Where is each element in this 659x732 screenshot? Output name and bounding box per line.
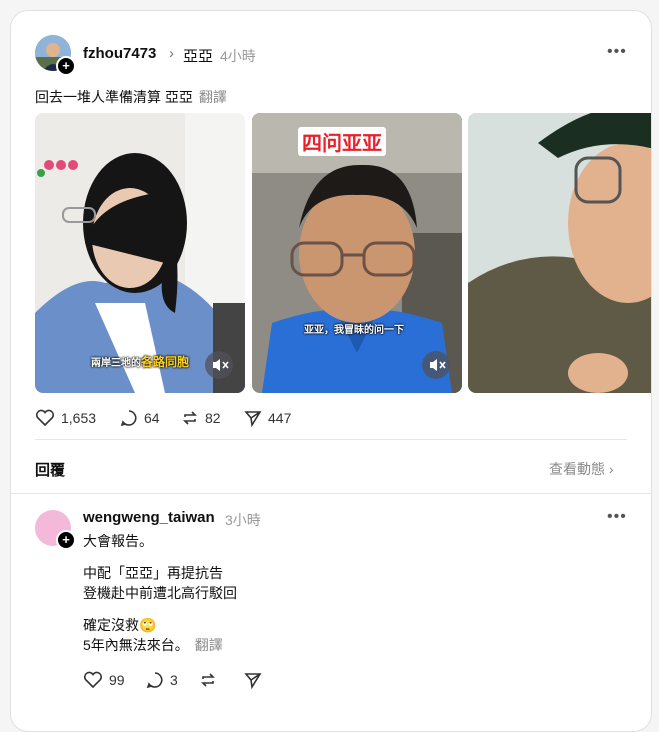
send-icon xyxy=(244,673,262,689)
mute-icon[interactable] xyxy=(422,351,450,379)
repost-icon xyxy=(201,673,215,687)
like-count: 1,653 xyxy=(61,410,97,426)
banner-text: 四问亚亚 xyxy=(302,133,382,155)
reply-line: 確定沒救🙄 xyxy=(83,617,157,633)
send-icon xyxy=(244,411,262,427)
topic-tag[interactable]: 亞亞 xyxy=(183,45,213,66)
more-options-icon[interactable]: ••• xyxy=(607,43,627,61)
video-thumbnail-2[interactable]: 四问亚亚 亚亚，我冒昧的问一下 xyxy=(252,113,462,393)
post-card: + fzhou7473 › 亞亞 4小時 ••• 回去一堆人準備清算 亞亞 翻譯 … xyxy=(10,10,652,732)
repost-count: 82 xyxy=(205,410,221,426)
like-button[interactable]: 1,653 xyxy=(35,409,96,427)
divider xyxy=(35,439,627,440)
reply-body: 大會報告。 中配「亞亞」再提抗告 登機赴中前遭北高行駁回 確定沒救🙄 5年內無法… xyxy=(83,531,237,655)
replies-label: 回覆 xyxy=(35,462,66,479)
author-username[interactable]: fzhou7473 xyxy=(83,45,156,62)
share-count: 447 xyxy=(268,410,292,426)
reply-like-count: 99 xyxy=(109,672,125,688)
video-caption-2: 亚亚，我冒昧的问一下 xyxy=(304,325,404,336)
reply-line: 中配「亞亞」再提抗告 xyxy=(83,565,223,581)
more-options-icon[interactable]: ••• xyxy=(607,508,627,526)
mute-icon[interactable] xyxy=(205,351,233,379)
reply-line: 大會報告。 xyxy=(83,533,153,549)
reply-line: 5年內無法來台。 翻譯 xyxy=(83,635,237,655)
reply-repost-button[interactable] xyxy=(199,671,217,689)
reply-share-button[interactable] xyxy=(244,671,262,689)
share-button[interactable]: 447 xyxy=(244,409,291,427)
video-caption-1: 兩岸三地的各路同胞 xyxy=(91,353,189,370)
follow-plus-icon[interactable]: + xyxy=(56,56,76,76)
comment-icon xyxy=(120,410,137,427)
reply-comment-button[interactable]: 3 xyxy=(146,671,178,689)
post-time: 4小時 xyxy=(220,48,256,64)
heart-icon xyxy=(35,409,55,427)
comment-count: 64 xyxy=(144,410,160,426)
reply-username[interactable]: wengweng_taiwan xyxy=(83,509,215,526)
caption-part-a: 兩岸三地的 xyxy=(91,358,141,369)
reply-time: 3小時 xyxy=(225,512,261,528)
chevron-right-icon: › xyxy=(608,461,614,477)
comment-button[interactable]: 64 xyxy=(120,409,160,427)
heart-icon xyxy=(83,671,103,689)
view-activity-label: 查看動態 xyxy=(549,461,605,477)
follow-plus-icon[interactable]: + xyxy=(56,530,76,550)
reply-line: 登機赴中前遭北高行駁回 xyxy=(83,585,237,601)
divider xyxy=(11,493,651,494)
video-thumbnail-3[interactable] xyxy=(468,113,651,393)
repost-icon xyxy=(183,411,197,425)
translate-link[interactable]: 翻譯 xyxy=(199,89,227,105)
reply-spacer xyxy=(83,551,237,563)
post-body: 回去一堆人準備清算 亞亞 xyxy=(35,89,193,105)
translate-link[interactable]: 翻譯 xyxy=(195,637,223,653)
comment-icon xyxy=(146,672,163,689)
caption-part-b: 各路同胞 xyxy=(141,355,190,369)
view-activity-link[interactable]: 查看動態 › xyxy=(549,459,614,479)
repost-button[interactable]: 82 xyxy=(181,409,221,427)
reply-like-button[interactable]: 99 xyxy=(83,671,125,689)
post-text: 回去一堆人準備清算 亞亞 翻譯 xyxy=(35,87,227,107)
reply-comment-count: 3 xyxy=(170,672,178,688)
video-thumbnail-1[interactable]: 兩岸三地的各路同胞 xyxy=(35,113,245,393)
video-banner: 四问亚亚 xyxy=(298,127,386,156)
reply-line-text: 5年內無法來台。 xyxy=(83,637,189,653)
chevron-right-icon: › xyxy=(169,45,174,62)
reply-spacer xyxy=(83,603,237,615)
